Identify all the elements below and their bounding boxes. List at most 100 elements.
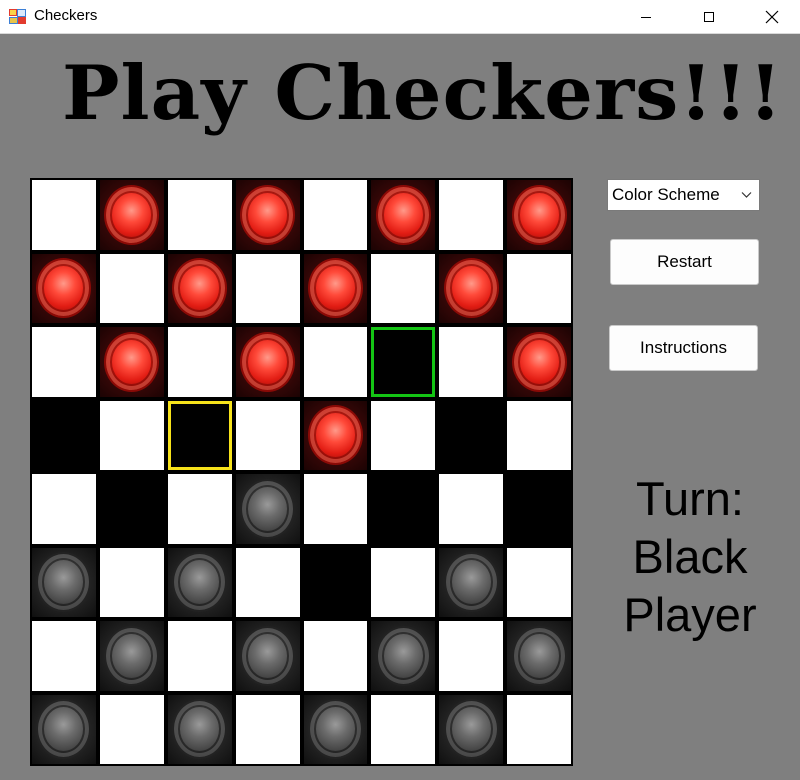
board-square-r3-c0[interactable] [32, 400, 96, 470]
board-square-r4-c5[interactable] [371, 474, 436, 544]
minimize-button[interactable] [623, 0, 669, 33]
red-checker-piece[interactable] [307, 405, 363, 466]
red-checker-piece[interactable] [511, 331, 567, 392]
board-square-r6-c1[interactable] [99, 621, 164, 691]
chevron-down-icon [741, 192, 752, 198]
board-square-r0-c1[interactable] [99, 180, 164, 250]
board-square-r6-c7[interactable] [507, 621, 571, 691]
board-square-r2-c2[interactable] [167, 327, 232, 397]
board-square-r1-c1[interactable] [99, 253, 164, 323]
board-square-r5-c5[interactable] [371, 547, 436, 617]
black-checker-piece[interactable] [307, 699, 363, 760]
board-square-r2-c5[interactable] [371, 327, 436, 397]
board-square-r0-c5[interactable] [371, 180, 436, 250]
board-square-r2-c0[interactable] [32, 327, 96, 397]
board-square-r0-c6[interactable] [439, 180, 504, 250]
board-square-r6-c3[interactable] [235, 621, 300, 691]
board-square-r4-c1[interactable] [99, 474, 164, 544]
board-square-r3-c3[interactable] [235, 400, 300, 470]
board-square-r7-c1[interactable] [99, 694, 164, 764]
board-square-r4-c0[interactable] [32, 474, 96, 544]
board-square-r2-c1[interactable] [99, 327, 164, 397]
board-square-r7-c2[interactable] [167, 694, 232, 764]
board-square-r7-c0[interactable] [32, 694, 96, 764]
board-square-r7-c6[interactable] [439, 694, 504, 764]
board-square-r2-c3[interactable] [235, 327, 300, 397]
window-title: Checkers [34, 7, 98, 24]
board-square-r2-c6[interactable] [439, 327, 504, 397]
board-square-r3-c5[interactable] [371, 400, 436, 470]
black-checker-piece[interactable] [240, 478, 296, 539]
board-square-r5-c2[interactable] [167, 547, 232, 617]
black-checker-piece[interactable] [511, 625, 567, 686]
board-square-r4-c6[interactable] [439, 474, 504, 544]
minimize-icon [641, 16, 651, 18]
close-button[interactable] [749, 0, 795, 33]
board-square-r5-c4[interactable] [303, 547, 368, 617]
board-square-r6-c0[interactable] [32, 621, 96, 691]
black-checker-piece[interactable] [172, 552, 228, 613]
black-checker-piece[interactable] [443, 552, 499, 613]
board-square-r6-c2[interactable] [167, 621, 232, 691]
board-square-r7-c7[interactable] [507, 694, 571, 764]
board-square-r7-c4[interactable] [303, 694, 368, 764]
checkers-board [30, 178, 573, 766]
red-checker-piece[interactable] [172, 258, 228, 319]
black-checker-piece[interactable] [375, 625, 431, 686]
board-square-r3-c7[interactable] [507, 400, 571, 470]
board-square-r0-c3[interactable] [235, 180, 300, 250]
turn-player-line2: Player [623, 588, 757, 641]
red-checker-piece[interactable] [104, 184, 160, 245]
board-square-r0-c7[interactable] [507, 180, 571, 250]
board-square-r7-c3[interactable] [235, 694, 300, 764]
board-square-r4-c3[interactable] [235, 474, 300, 544]
board-square-r5-c3[interactable] [235, 547, 300, 617]
board-square-r3-c4[interactable] [303, 400, 368, 470]
board-square-r6-c6[interactable] [439, 621, 504, 691]
color-scheme-dropdown[interactable]: Color Scheme [607, 179, 760, 211]
board-square-r4-c4[interactable] [303, 474, 368, 544]
board-square-r1-c5[interactable] [371, 253, 436, 323]
board-square-r5-c7[interactable] [507, 547, 571, 617]
board-square-r3-c1[interactable] [99, 400, 164, 470]
board-square-r1-c4[interactable] [303, 253, 368, 323]
board-square-r7-c5[interactable] [371, 694, 436, 764]
turn-player-line1: Black [632, 530, 748, 583]
instructions-button[interactable]: Instructions [609, 325, 758, 371]
board-square-r1-c2[interactable] [167, 253, 232, 323]
red-checker-piece[interactable] [240, 184, 296, 245]
close-icon [765, 10, 779, 23]
maximize-button[interactable] [686, 0, 732, 33]
board-square-r4-c2[interactable] [167, 474, 232, 544]
black-checker-piece[interactable] [443, 699, 499, 760]
maximize-icon [704, 11, 714, 22]
board-square-r5-c6[interactable] [439, 547, 504, 617]
black-checker-piece[interactable] [104, 625, 160, 686]
red-checker-piece[interactable] [240, 331, 296, 392]
board-square-r1-c0[interactable] [32, 253, 96, 323]
red-checker-piece[interactable] [375, 184, 431, 245]
black-checker-piece[interactable] [240, 625, 296, 686]
red-checker-piece[interactable] [307, 258, 363, 319]
board-square-r1-c7[interactable] [507, 253, 571, 323]
board-square-r5-c1[interactable] [99, 547, 164, 617]
board-square-r5-c0[interactable] [32, 547, 96, 617]
black-checker-piece[interactable] [172, 699, 228, 760]
board-square-r0-c0[interactable] [32, 180, 96, 250]
red-checker-piece[interactable] [443, 258, 499, 319]
board-square-r0-c2[interactable] [167, 180, 232, 250]
board-square-r3-c6[interactable] [439, 400, 504, 470]
red-checker-piece[interactable] [511, 184, 567, 245]
board-square-r6-c4[interactable] [303, 621, 368, 691]
restart-button[interactable]: Restart [610, 239, 759, 285]
board-square-r1-c3[interactable] [235, 253, 300, 323]
board-square-r6-c5[interactable] [371, 621, 436, 691]
red-checker-piece[interactable] [104, 331, 160, 392]
board-square-r1-c6[interactable] [439, 253, 504, 323]
board-square-r2-c7[interactable] [507, 327, 571, 397]
board-square-r4-c7[interactable] [507, 474, 571, 544]
board-square-r3-c2[interactable] [167, 400, 232, 470]
page-title: Play Checkers!!! [62, 49, 784, 137]
board-square-r0-c4[interactable] [303, 180, 368, 250]
board-square-r2-c4[interactable] [303, 327, 368, 397]
